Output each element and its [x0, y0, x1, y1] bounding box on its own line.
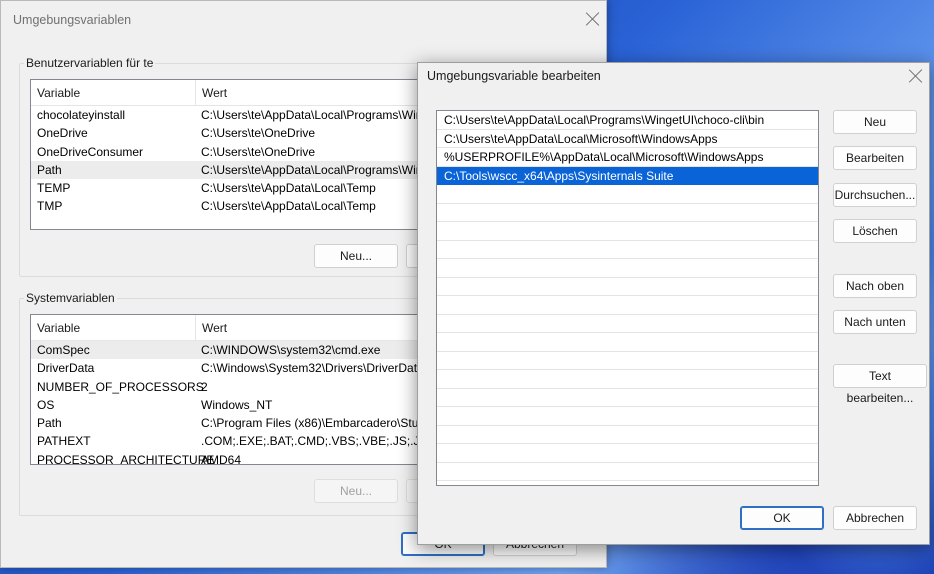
empty-row[interactable] — [437, 315, 818, 333]
variable-name: TEMP — [37, 181, 71, 196]
variable-value: C:\Users\te\AppData\Local\Temp — [201, 199, 376, 214]
empty-row[interactable] — [437, 444, 818, 463]
title-bar: Umgebungsvariablen — [1, 1, 606, 37]
variable-name: TMP — [37, 199, 63, 214]
path-entry[interactable]: %USERPROFILE%\AppData\Local\Microsoft\Wi… — [437, 148, 818, 167]
path-entry-selected[interactable]: C:\Tools\wscc_x64\Apps\Sysinternals Suit… — [437, 166, 818, 185]
variable-value: AMD64 — [201, 452, 242, 465]
empty-row[interactable] — [437, 222, 818, 241]
variable-value: C:\Windows\System32\Drivers\DriverData — [201, 361, 424, 376]
column-header-variable[interactable]: Variable — [31, 80, 80, 106]
variable-name: OneDrive — [37, 126, 88, 141]
variable-value: Windows_NT — [201, 397, 273, 412]
edit-path-button[interactable]: Bearbeiten — [833, 146, 917, 170]
variable-name: NUMBER_OF_PROCESSORS — [37, 379, 204, 394]
close-icon[interactable] — [585, 11, 601, 27]
empty-row[interactable] — [437, 407, 818, 426]
system-new-button[interactable]: Neu... — [314, 479, 398, 503]
empty-row[interactable] — [437, 352, 818, 370]
move-down-button[interactable]: Nach unten — [833, 310, 917, 334]
variable-value: C:\Users\te\AppData\Local\Temp — [201, 181, 376, 196]
user-new-button[interactable]: Neu... — [314, 244, 398, 268]
variable-name: ComSpec — [37, 343, 90, 357]
dialog-title: Umgebungsvariable bearbeiten — [427, 69, 601, 83]
dialog-cancel-button[interactable]: Abbrechen — [833, 506, 917, 530]
delete-button[interactable]: Löschen — [833, 219, 917, 243]
empty-row[interactable] — [437, 259, 818, 278]
variable-name: Path — [37, 162, 62, 177]
variable-name: PROCESSOR_ARCHITECTURE — [37, 452, 215, 465]
column-header-variable[interactable]: Variable — [31, 315, 80, 341]
close-icon[interactable] — [908, 68, 924, 84]
empty-row[interactable] — [437, 370, 818, 389]
system-variables-label: Systemvariablen — [24, 291, 117, 305]
empty-row[interactable] — [437, 185, 818, 204]
move-up-button[interactable]: Nach oben — [833, 274, 917, 298]
browse-button[interactable]: Durchsuchen... — [833, 183, 917, 207]
empty-row[interactable] — [437, 278, 818, 296]
empty-row[interactable] — [437, 463, 818, 481]
path-list[interactable]: C:\Users\te\AppData\Local\Programs\Winge… — [436, 110, 819, 486]
variable-value: C:\Users\te\OneDrive — [201, 144, 316, 159]
empty-row[interactable] — [437, 389, 818, 407]
new-path-button[interactable]: Neu — [833, 110, 917, 134]
variable-name: DriverData — [37, 361, 95, 376]
variable-value: C:\Users\te\OneDrive — [201, 126, 316, 141]
user-variables-label: Benutzervariablen für te — [24, 56, 156, 70]
empty-row[interactable] — [437, 296, 818, 315]
window-title: Umgebungsvariablen — [13, 13, 132, 27]
empty-row[interactable] — [437, 241, 818, 259]
path-entry[interactable]: C:\Users\te\AppData\Local\Programs\Winge… — [437, 111, 818, 130]
column-header-value[interactable]: Wert — [196, 80, 227, 106]
path-entry[interactable]: C:\Users\te\AppData\Local\Microsoft\Wind… — [437, 130, 818, 148]
dialog-ok-button[interactable]: OK — [740, 506, 824, 530]
variable-name: chocolateyinstall — [37, 108, 126, 122]
variable-value: 2 — [201, 379, 208, 394]
variable-name: Path — [37, 416, 62, 431]
variable-name: PATHEXT — [37, 434, 91, 449]
column-header-value[interactable]: Wert — [196, 315, 227, 341]
empty-row[interactable] — [437, 204, 818, 222]
empty-row[interactable] — [437, 333, 818, 352]
edit-text-button[interactable]: Text bearbeiten... — [833, 364, 927, 405]
edit-variable-dialog: Umgebungsvariable bearbeiten C:\Users\te… — [417, 62, 930, 545]
variable-name: OneDriveConsumer — [37, 144, 144, 159]
variable-value: C:\Program Files (x86)\Embarcadero\Studi… — [201, 416, 435, 431]
variable-value: C:\WINDOWS\system32\cmd.exe — [201, 343, 381, 357]
empty-row[interactable] — [437, 426, 818, 444]
variable-name: OS — [37, 397, 55, 412]
